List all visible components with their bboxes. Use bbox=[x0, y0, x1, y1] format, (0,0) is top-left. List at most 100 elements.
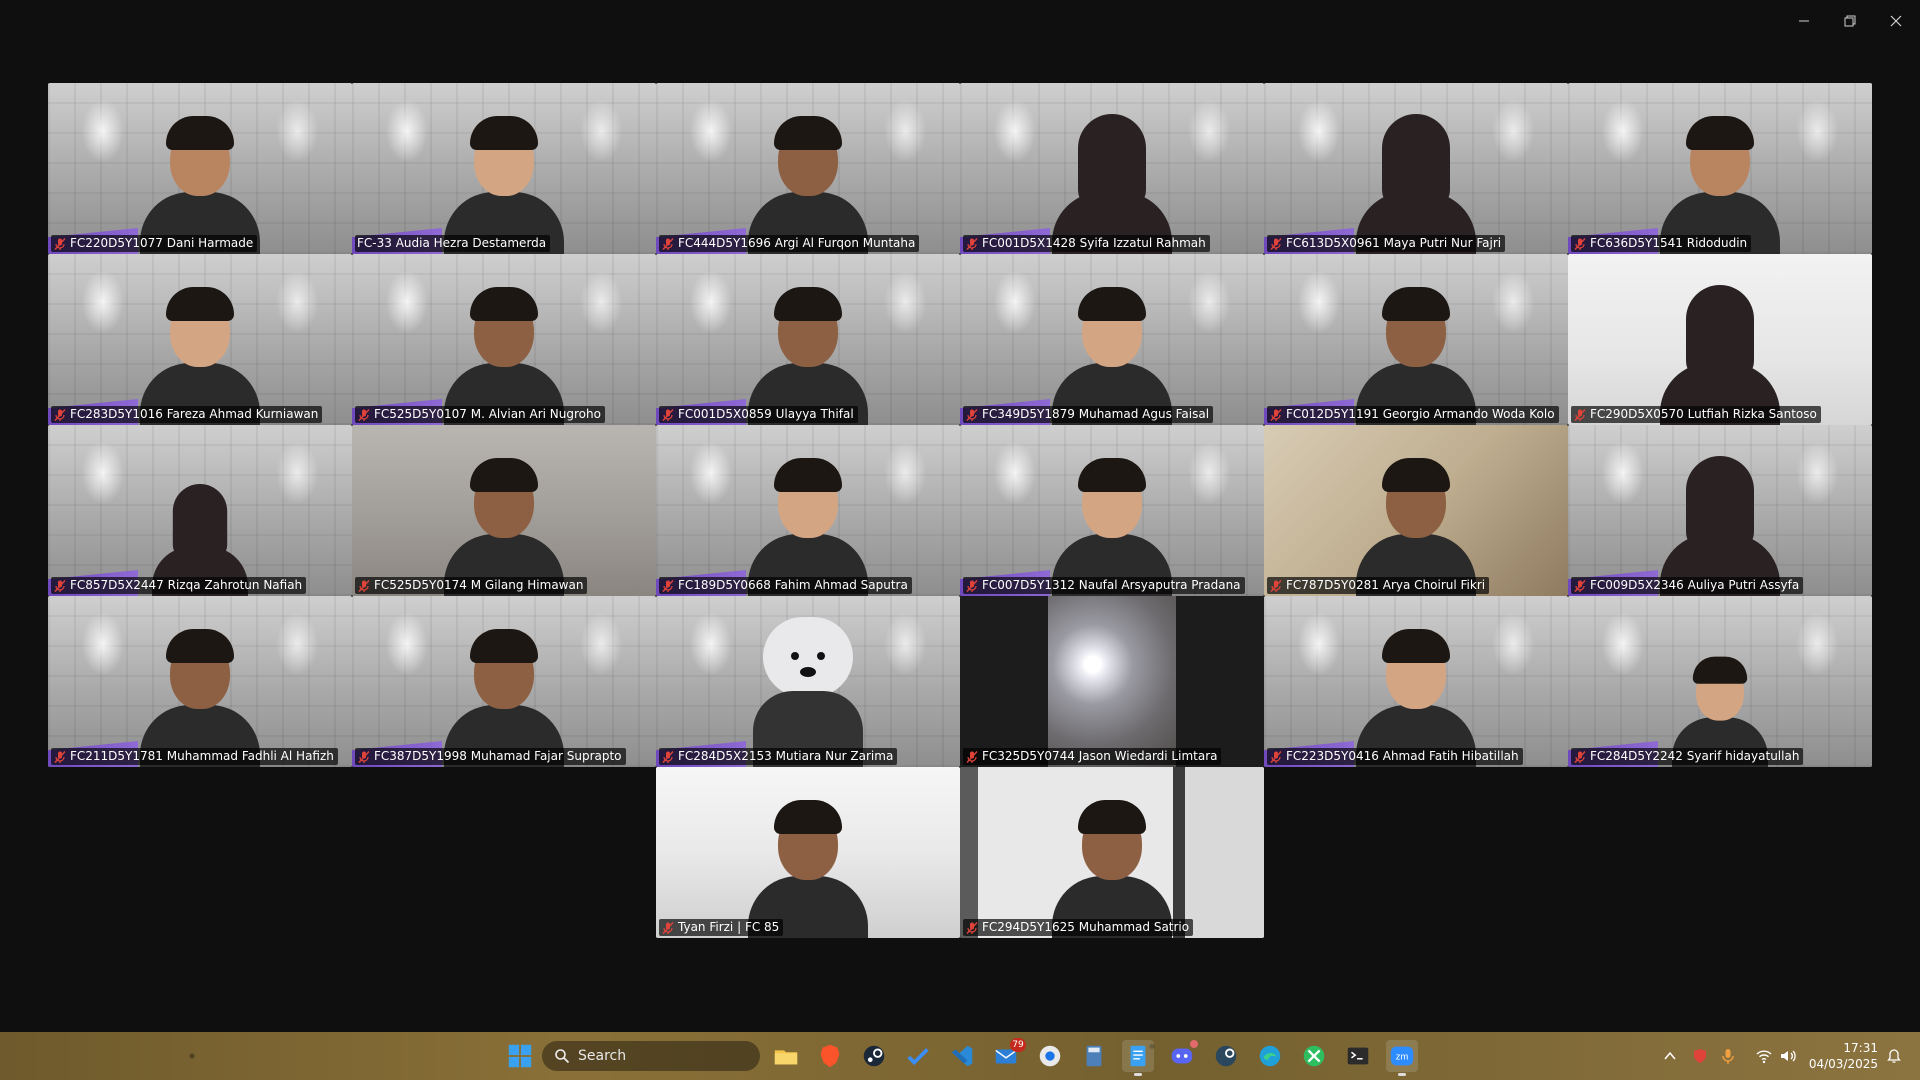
participant-tile[interactable]: FC325D5Y0744 Jason Wiedardi Limtara bbox=[960, 596, 1264, 767]
zoom-icon: zm bbox=[1390, 1046, 1414, 1066]
participant-video bbox=[1052, 104, 1172, 254]
participant-tile[interactable]: FC211D5Y1781 Muhammad Fadhli Al Hafizh bbox=[48, 596, 352, 767]
participant-tile[interactable]: FC290D5X0570 Lutfiah Rizka Santoso bbox=[1568, 254, 1872, 425]
restore-icon bbox=[1844, 15, 1856, 27]
taskbar-calculator-button[interactable] bbox=[1078, 1040, 1110, 1072]
taskbar-steam-button[interactable] bbox=[858, 1040, 890, 1072]
participant-name-label: FC525D5Y0107 M. Alvian Ari Nugroho bbox=[355, 406, 605, 423]
participant-tile[interactable]: FC444D5Y1696 Argi Al Furqon Muntaha bbox=[656, 83, 960, 254]
close-button[interactable] bbox=[1874, 8, 1918, 34]
participant-tile[interactable]: FC284D5X2153 Mutiara Nur Zarima bbox=[656, 596, 960, 767]
participant-tile[interactable]: FC294D5Y1625 Muhammad Satrio bbox=[960, 767, 1264, 938]
taskbar-chrome-button[interactable] bbox=[1034, 1040, 1066, 1072]
taskbar-zoom-button[interactable]: zm bbox=[1386, 1040, 1418, 1076]
participant-name: FC284D5Y2242 Syarif hidayatullah bbox=[1590, 749, 1800, 763]
taskbar-file-explorer-button[interactable] bbox=[770, 1040, 802, 1072]
tray-volume-button[interactable] bbox=[1776, 1044, 1800, 1068]
participant-tile[interactable]: FC349D5Y1879 Muhamad Agus Faisal bbox=[960, 254, 1264, 425]
taskbar-xbox-button[interactable] bbox=[1298, 1040, 1330, 1072]
participant-name: FC444D5Y1696 Argi Al Furqon Muntaha bbox=[678, 236, 916, 250]
muted-mic-icon bbox=[54, 237, 66, 250]
participant-video bbox=[748, 788, 868, 938]
unread-dot-badge bbox=[1190, 1040, 1198, 1048]
tray-mic-button[interactable] bbox=[1716, 1044, 1740, 1068]
participant-tile[interactable]: FC387D5Y1998 Muhamad Fajar Suprapto bbox=[352, 596, 656, 767]
taskbar-vscode-button[interactable] bbox=[946, 1040, 978, 1072]
participant-name-label: FC001D5X1428 Syifa Izzatul Rahmah bbox=[963, 235, 1210, 252]
muted-mic-icon bbox=[358, 408, 370, 421]
notification-count-badge: 79 bbox=[1010, 1038, 1026, 1052]
participant-tile[interactable]: FC220D5Y1077 Dani Harmade bbox=[48, 83, 352, 254]
notifications-button[interactable] bbox=[1882, 1044, 1906, 1068]
participant-tile[interactable]: FC223D5Y0416 Ahmad Fatih Hibatillah bbox=[1264, 596, 1568, 767]
participant-name-label: FC223D5Y0416 Ahmad Fatih Hibatillah bbox=[1267, 748, 1523, 765]
taskbar-windows-start-button[interactable] bbox=[504, 1040, 536, 1072]
tray-wifi-button[interactable] bbox=[1752, 1044, 1776, 1068]
taskbar-steam-alt-button[interactable] bbox=[1210, 1040, 1242, 1072]
participant-tile[interactable]: FC787D5Y0281 Arya Choirul Fikri bbox=[1264, 425, 1568, 596]
muted-mic-icon bbox=[1270, 579, 1282, 592]
brave-browser-icon bbox=[820, 1044, 840, 1068]
participant-name-label: FC284D5X2153 Mutiara Nur Zarima bbox=[659, 748, 898, 765]
participant-name: FC284D5X2153 Mutiara Nur Zarima bbox=[678, 749, 894, 763]
todo-check-icon bbox=[907, 1048, 929, 1066]
participant-name: FC012D5Y1191 Georgio Armando Woda Kolo bbox=[1286, 407, 1555, 421]
participant-name: FC001D5X0859 Ulayya Thifal bbox=[678, 407, 854, 421]
participant-tile[interactable]: FC-33 Audia Hezra Destamerda bbox=[352, 83, 656, 254]
participant-name: FC189D5Y0668 Fahim Ahmad Saputra bbox=[678, 578, 908, 592]
participant-name: FC636D5Y1541 Ridodudin bbox=[1590, 236, 1748, 250]
participant-tile[interactable]: Tyan Firzi | FC 85 bbox=[656, 767, 960, 938]
taskbar-mail-button[interactable]: 79 bbox=[990, 1038, 1026, 1072]
participant-name: Tyan Firzi | FC 85 bbox=[678, 920, 780, 934]
participant-name-label: Tyan Firzi | FC 85 bbox=[659, 919, 784, 936]
tray-clock[interactable]: 17:31 04/03/2025 bbox=[1809, 1040, 1878, 1072]
participant-video bbox=[444, 275, 564, 425]
tray-security-button[interactable] bbox=[1688, 1044, 1712, 1068]
participant-video bbox=[748, 275, 868, 425]
tray-overflow-button[interactable] bbox=[1658, 1044, 1682, 1068]
participant-name: FC220D5Y1077 Dani Harmade bbox=[70, 236, 254, 250]
muted-mic-icon bbox=[662, 579, 674, 592]
participant-tile[interactable]: FC189D5Y0668 Fahim Ahmad Saputra bbox=[656, 425, 960, 596]
taskbar-notepad-button[interactable] bbox=[1122, 1040, 1154, 1076]
video-feed bbox=[960, 596, 1264, 767]
taskbar-todo-check-button[interactable] bbox=[902, 1040, 934, 1072]
participant-tile[interactable]: FC007D5Y1312 Naufal Arsyaputra Pradana bbox=[960, 425, 1264, 596]
taskbar-search[interactable]: Search bbox=[542, 1041, 760, 1071]
participant-tile[interactable]: FC283D5Y1016 Fareza Ahmad Kurniawan bbox=[48, 254, 352, 425]
participant-tile[interactable]: FC525D5Y0174 M Gilang Himawan bbox=[352, 425, 656, 596]
restore-button[interactable] bbox=[1828, 8, 1872, 34]
participant-name-label: FC001D5X0859 Ulayya Thifal bbox=[659, 406, 858, 423]
muted-mic-icon bbox=[662, 921, 674, 934]
steam-alt-icon bbox=[1215, 1045, 1237, 1067]
muted-mic-icon bbox=[1270, 750, 1282, 763]
participant-tile[interactable]: FC001D5X0859 Ulayya Thifal bbox=[656, 254, 960, 425]
participant-name: FC294D5Y1625 Muhammad Satrio bbox=[982, 920, 1190, 934]
muted-mic-icon bbox=[662, 750, 674, 763]
participant-tile[interactable]: FC001D5X1428 Syifa Izzatul Rahmah bbox=[960, 83, 1264, 254]
participant-tile[interactable]: FC636D5Y1541 Ridodudin bbox=[1568, 83, 1872, 254]
participant-tile[interactable]: FC857D5X2447 Rizqa Zahrotun Nafiah bbox=[48, 425, 352, 596]
participant-tile[interactable]: FC009D5X2346 Auliya Putri Assyfa bbox=[1568, 425, 1872, 596]
taskbar-discord-button[interactable] bbox=[1166, 1040, 1198, 1072]
participant-tile[interactable]: FC525D5Y0107 M. Alvian Ari Nugroho bbox=[352, 254, 656, 425]
taskbar-brave-browser-button[interactable] bbox=[814, 1040, 846, 1072]
taskbar-edge-button[interactable] bbox=[1254, 1040, 1286, 1072]
participant-video bbox=[748, 446, 868, 596]
muted-mic-icon bbox=[966, 237, 978, 250]
minimize-button[interactable] bbox=[1782, 8, 1826, 34]
participant-tile[interactable]: FC284D5Y2242 Syarif hidayatullah bbox=[1568, 596, 1872, 767]
windows-start-icon bbox=[508, 1044, 532, 1068]
close-icon bbox=[1890, 15, 1902, 27]
muted-mic-icon bbox=[966, 408, 978, 421]
participant-tile[interactable]: FC613D5X0961 Maya Putri Nur Fajri bbox=[1264, 83, 1568, 254]
shield-icon bbox=[1694, 1049, 1706, 1063]
participant-name-label: FC613D5X0961 Maya Putri Nur Fajri bbox=[1267, 235, 1506, 252]
clock-time: 17:31 bbox=[1843, 1041, 1878, 1055]
taskbar-terminal-button[interactable] bbox=[1342, 1040, 1374, 1072]
participant-name-label: FC857D5X2447 Rizqa Zahrotun Nafiah bbox=[51, 577, 307, 594]
participant-tile[interactable]: FC012D5Y1191 Georgio Armando Woda Kolo bbox=[1264, 254, 1568, 425]
calculator-icon bbox=[1086, 1045, 1102, 1067]
microphone-icon bbox=[1722, 1049, 1734, 1064]
muted-mic-icon bbox=[662, 408, 674, 421]
